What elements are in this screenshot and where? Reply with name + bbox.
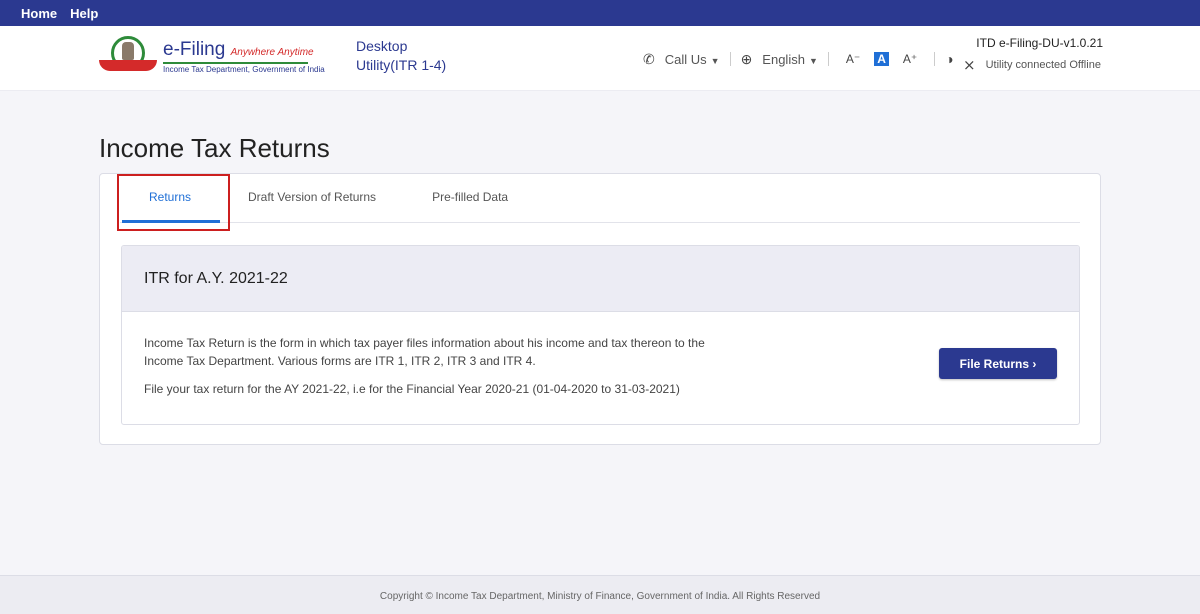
logo-tagline: Anywhere Anytime xyxy=(230,46,314,58)
footer: Copyright © Income Tax Department, Minis… xyxy=(0,575,1200,614)
tab-bar: Returns Draft Version of Returns Pre-fil… xyxy=(120,174,1080,223)
nav-home-link[interactable]: Home xyxy=(21,6,57,21)
contrast-icon[interactable]: ◑ xyxy=(945,51,953,67)
utility-title: Desktop Utility(ITR 1-4) xyxy=(356,38,447,73)
version-info: ITD e-Filing-DU-v1.0.21 ⨯ Utility connec… xyxy=(963,36,1103,74)
header-tools: ✆ Call Us ▼ ⊕ English ▼ A⁻ A A⁺ ◑ xyxy=(643,50,964,68)
section-title: ITR for A.Y. 2021-22 xyxy=(122,246,1079,312)
font-increase-button[interactable]: A⁺ xyxy=(903,52,917,66)
copyright-text: Copyright © Income Tax Department, Minis… xyxy=(379,591,821,602)
caret-down-icon: ▼ xyxy=(710,55,720,66)
highlight-box xyxy=(117,174,230,231)
top-nav-bar: Home Help xyxy=(0,0,1200,26)
tab-draft-versions[interactable]: Draft Version of Returns xyxy=(248,174,376,223)
section-description: Income Tax Return is the form in which t… xyxy=(144,336,705,368)
font-normal-button[interactable]: A xyxy=(874,52,889,66)
version-label: ITD e-Filing-DU-v1.0.21 xyxy=(976,36,1103,50)
call-us-dropdown[interactable]: Call Us ▼ xyxy=(665,52,720,67)
phone-icon: ✆ xyxy=(643,50,655,67)
file-returns-button[interactable]: File Returns › xyxy=(939,348,1057,379)
section-period: File your tax return for the AY 2021-22,… xyxy=(144,382,680,396)
language-dropdown[interactable]: English ▼ xyxy=(762,52,818,67)
emblem-icon xyxy=(99,36,157,76)
divider xyxy=(827,52,829,66)
divider xyxy=(729,52,731,66)
divider xyxy=(934,52,936,66)
page-title: Income Tax Returns xyxy=(99,133,330,163)
header: e-Filing Anywhere Anytime Income Tax Dep… xyxy=(0,26,1200,91)
offline-icon: ⨯ xyxy=(963,57,976,74)
connection-status: Utility connected Offline xyxy=(985,59,1101,71)
logo-subtitle: Income Tax Department, Government of Ind… xyxy=(163,64,325,74)
nav-help-link[interactable]: Help xyxy=(70,6,98,21)
font-decrease-button[interactable]: A⁻ xyxy=(846,52,860,66)
caret-down-icon: ▼ xyxy=(808,55,818,66)
globe-icon: ⊕ xyxy=(740,50,753,67)
efiling-logo[interactable]: e-Filing Anywhere Anytime Income Tax Dep… xyxy=(99,36,325,76)
logo-title: e-Filing xyxy=(163,38,226,60)
itr-section: ITR for A.Y. 2021-22 Income Tax Return i… xyxy=(121,245,1080,425)
tab-prefilled-data[interactable]: Pre-filled Data xyxy=(432,174,508,223)
returns-card: Returns Draft Version of Returns Pre-fil… xyxy=(99,173,1101,445)
